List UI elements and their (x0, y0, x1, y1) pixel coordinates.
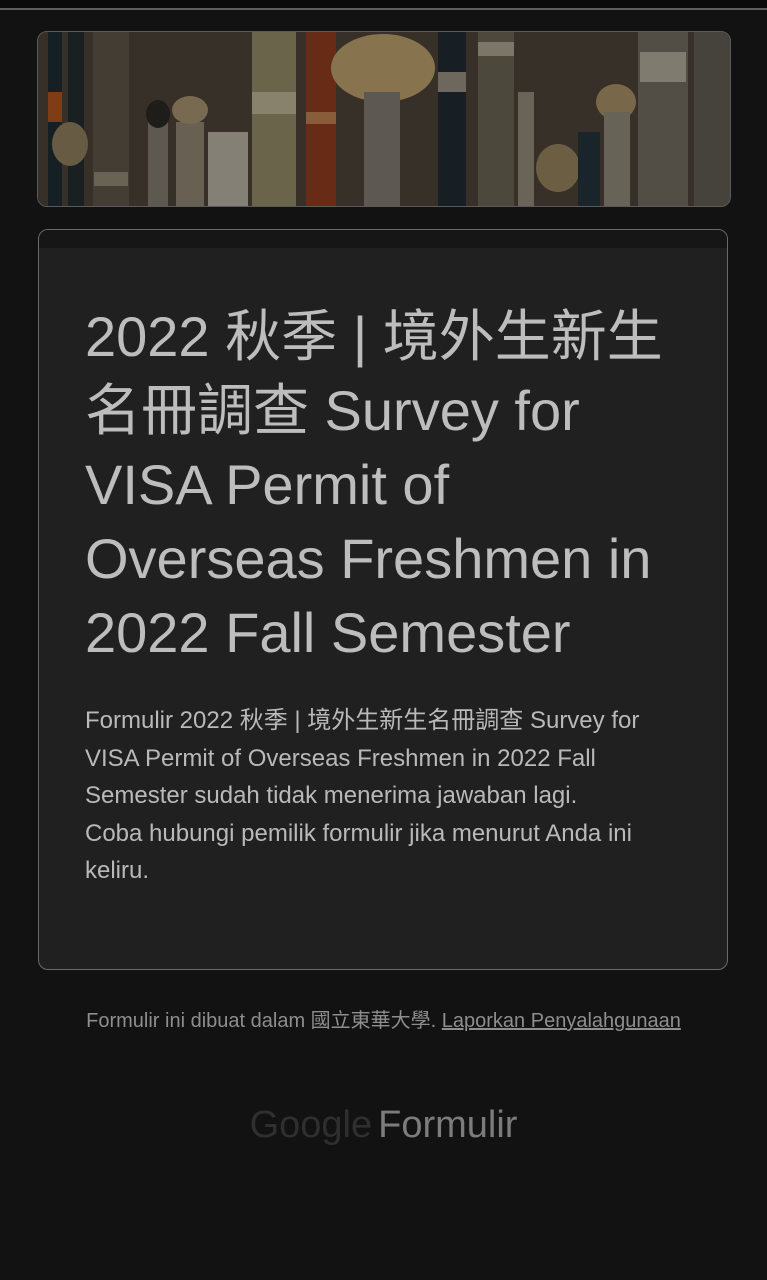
form-card: 2022 秋季 | 境外生新生名冊調查 Survey for VISA Perm… (38, 229, 728, 970)
top-status-bar (0, 0, 767, 10)
report-abuse-link[interactable]: Laporkan Penyalahgunaan (442, 1010, 681, 1032)
closed-message: Formulir 2022 秋季 | 境外生新生名冊調查 Survey for … (85, 707, 640, 809)
forms-wordmark: Formulir (378, 1104, 518, 1146)
contact-owner-message: Coba hubungi pemilik formulir jika menur… (85, 819, 632, 885)
created-in-text: Formulir ini dibuat dalam 國立東華大學. (86, 1010, 437, 1032)
footer-note: Formulir ini dibuat dalam 國立東華大學. Lapork… (0, 1007, 767, 1035)
form-title: 2022 秋季 | 境外生新生名冊調查 Survey for VISA Perm… (85, 305, 663, 664)
card-accent-strip (39, 230, 727, 248)
google-forms-logo[interactable]: Google Formulir (0, 1100, 767, 1150)
paint-brushes-image (38, 32, 730, 206)
closed-message-block: Formulir 2022 秋季 | 境外生新生名冊調查 Survey for … (85, 702, 685, 890)
header-image (37, 31, 731, 207)
google-wordmark: Google (249, 1104, 373, 1146)
